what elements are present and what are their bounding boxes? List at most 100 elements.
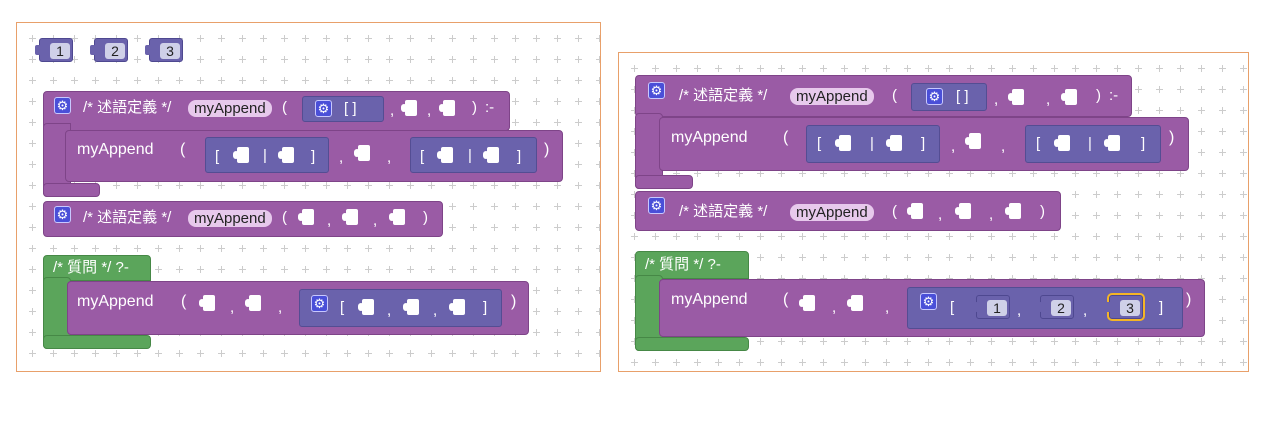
variable-slot[interactable] <box>799 295 815 311</box>
grid-plus <box>302 35 309 42</box>
predicate-definition-foot <box>635 175 693 189</box>
grid-plus <box>281 245 288 252</box>
grid-plus <box>1198 254 1205 261</box>
predicate-name[interactable]: myAppend <box>790 88 874 105</box>
right-workspace[interactable]: ⚙ /* 述語定義 */ myAppend ( ⚙ [ ] , , ) :- m… <box>618 52 1249 372</box>
grid-plus <box>575 182 582 189</box>
grid-plus <box>197 350 204 357</box>
variable-slot[interactable] <box>199 295 215 311</box>
variable-slot[interactable] <box>483 147 499 163</box>
number-block-2[interactable]: 2 <box>1036 295 1074 319</box>
grid-plus <box>302 350 309 357</box>
gear-icon[interactable]: ⚙ <box>54 206 71 223</box>
variable-slot[interactable] <box>389 209 405 225</box>
number-block-3-selected[interactable]: 3 <box>1105 293 1145 321</box>
grid-plus <box>92 77 99 84</box>
grid-plus <box>883 170 890 177</box>
gear-icon[interactable]: ⚙ <box>315 100 332 117</box>
grid-plus <box>344 182 351 189</box>
gear-icon[interactable]: ⚙ <box>648 82 665 99</box>
grid-plus <box>197 266 204 273</box>
variable-slot[interactable] <box>245 295 261 311</box>
number-block-1[interactable]: 1 <box>972 295 1010 319</box>
number-value[interactable]: 2 <box>105 43 125 59</box>
grid-plus <box>1135 212 1142 219</box>
number-value[interactable]: 3 <box>160 43 180 59</box>
variable-slot[interactable] <box>835 135 851 151</box>
variable-slot[interactable] <box>1104 135 1120 151</box>
variable-slot[interactable] <box>439 100 455 116</box>
predicate-name[interactable]: myAppend <box>188 100 272 117</box>
grid-plus <box>1219 107 1226 114</box>
variable-slot[interactable] <box>886 135 902 151</box>
grid-plus <box>449 350 456 357</box>
grid-plus <box>862 233 869 240</box>
comment-text: /* 述語定義 */ <box>83 99 172 116</box>
variable-slot[interactable] <box>342 209 358 225</box>
gear-icon[interactable]: ⚙ <box>648 197 665 214</box>
grid-plus <box>1009 65 1016 72</box>
variable-slot[interactable] <box>965 133 981 149</box>
number-value[interactable]: 1 <box>50 43 70 59</box>
left-workspace[interactable]: 1 2 3 ⚙ /* 述語定義 */ myAppend ( ⚙ [ ] , , … <box>16 22 601 372</box>
grid-plus <box>799 359 806 366</box>
grid-plus <box>218 266 225 273</box>
grid-plus <box>1051 359 1058 366</box>
gear-icon[interactable]: ⚙ <box>926 88 943 105</box>
variable-slot[interactable] <box>955 203 971 219</box>
number-value[interactable]: 1 <box>987 300 1007 316</box>
grid-plus <box>113 245 120 252</box>
predicate-name[interactable]: myAppend <box>188 210 272 227</box>
grid-plus <box>29 56 36 63</box>
grid-plus <box>407 245 414 252</box>
grid-plus <box>92 371 99 372</box>
grid-plus <box>407 56 414 63</box>
query-goal-label: myAppend <box>671 291 748 308</box>
grid-plus <box>386 350 393 357</box>
paren-open: ( <box>181 293 187 310</box>
gear-icon[interactable]: ⚙ <box>920 293 937 310</box>
grid-plus <box>988 254 995 261</box>
variable-slot[interactable] <box>298 209 314 225</box>
number-block-1[interactable]: 1 <box>35 38 73 62</box>
variable-slot[interactable] <box>437 147 453 163</box>
gear-icon[interactable]: ⚙ <box>311 295 328 312</box>
variable-slot[interactable] <box>403 299 419 315</box>
variable-slot[interactable] <box>847 295 863 311</box>
comma: , <box>230 299 235 316</box>
grid-plus <box>1156 86 1163 93</box>
grid-plus <box>71 350 78 357</box>
variable-slot[interactable] <box>1061 89 1077 105</box>
variable-slot[interactable] <box>1054 135 1070 151</box>
number-block-2[interactable]: 2 <box>90 38 128 62</box>
list-slot[interactable] <box>911 83 987 111</box>
grid-plus <box>260 182 267 189</box>
variable-slot[interactable] <box>449 299 465 315</box>
grid-plus <box>1177 170 1184 177</box>
grid-plus <box>134 371 141 372</box>
paren-open: ( <box>282 209 287 226</box>
variable-slot[interactable] <box>1005 203 1021 219</box>
grid-plus <box>1240 233 1247 240</box>
variable-slot[interactable] <box>354 145 370 161</box>
list-slot[interactable] <box>299 289 502 327</box>
grid-plus <box>631 65 638 72</box>
number-value[interactable]: 3 <box>1120 300 1140 316</box>
number-value[interactable]: 2 <box>1051 300 1071 316</box>
comma: , <box>339 149 344 166</box>
variable-slot[interactable] <box>907 203 923 219</box>
number-block-3[interactable]: 3 <box>145 38 183 62</box>
predicate-name[interactable]: myAppend <box>790 204 874 221</box>
grid-plus <box>1093 254 1100 261</box>
variable-slot[interactable] <box>1008 89 1024 105</box>
gear-icon[interactable]: ⚙ <box>54 97 71 114</box>
grid-plus <box>155 182 162 189</box>
variable-slot[interactable] <box>278 147 294 163</box>
grid-plus <box>673 65 680 72</box>
grid-plus <box>596 245 600 252</box>
variable-slot[interactable] <box>233 147 249 163</box>
variable-slot[interactable] <box>358 299 374 315</box>
variable-slot[interactable] <box>401 100 417 116</box>
grid-plus <box>820 254 827 261</box>
grid-plus <box>715 170 722 177</box>
